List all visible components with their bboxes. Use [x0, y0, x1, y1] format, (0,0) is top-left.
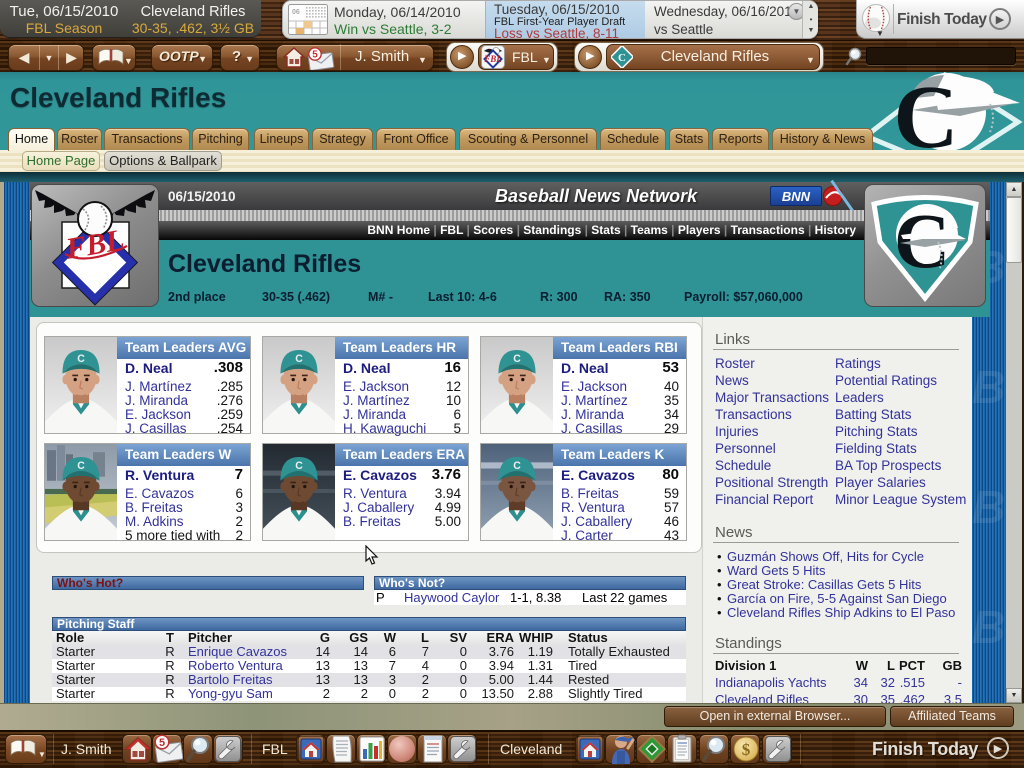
svg-text:FBL: FBL — [483, 54, 502, 64]
svg-text:C: C — [295, 353, 303, 365]
svg-text:$: $ — [742, 740, 751, 759]
svg-text:5: 5 — [312, 50, 318, 61]
svg-text:C: C — [513, 353, 521, 365]
svg-text:06: 06 — [292, 9, 300, 16]
svg-text:C: C — [513, 460, 521, 472]
svg-text:C: C — [295, 460, 303, 472]
svg-text:C: C — [77, 353, 85, 365]
svg-text:C: C — [618, 52, 626, 64]
svg-text:C: C — [77, 460, 85, 472]
svg-text:5: 5 — [159, 737, 165, 749]
